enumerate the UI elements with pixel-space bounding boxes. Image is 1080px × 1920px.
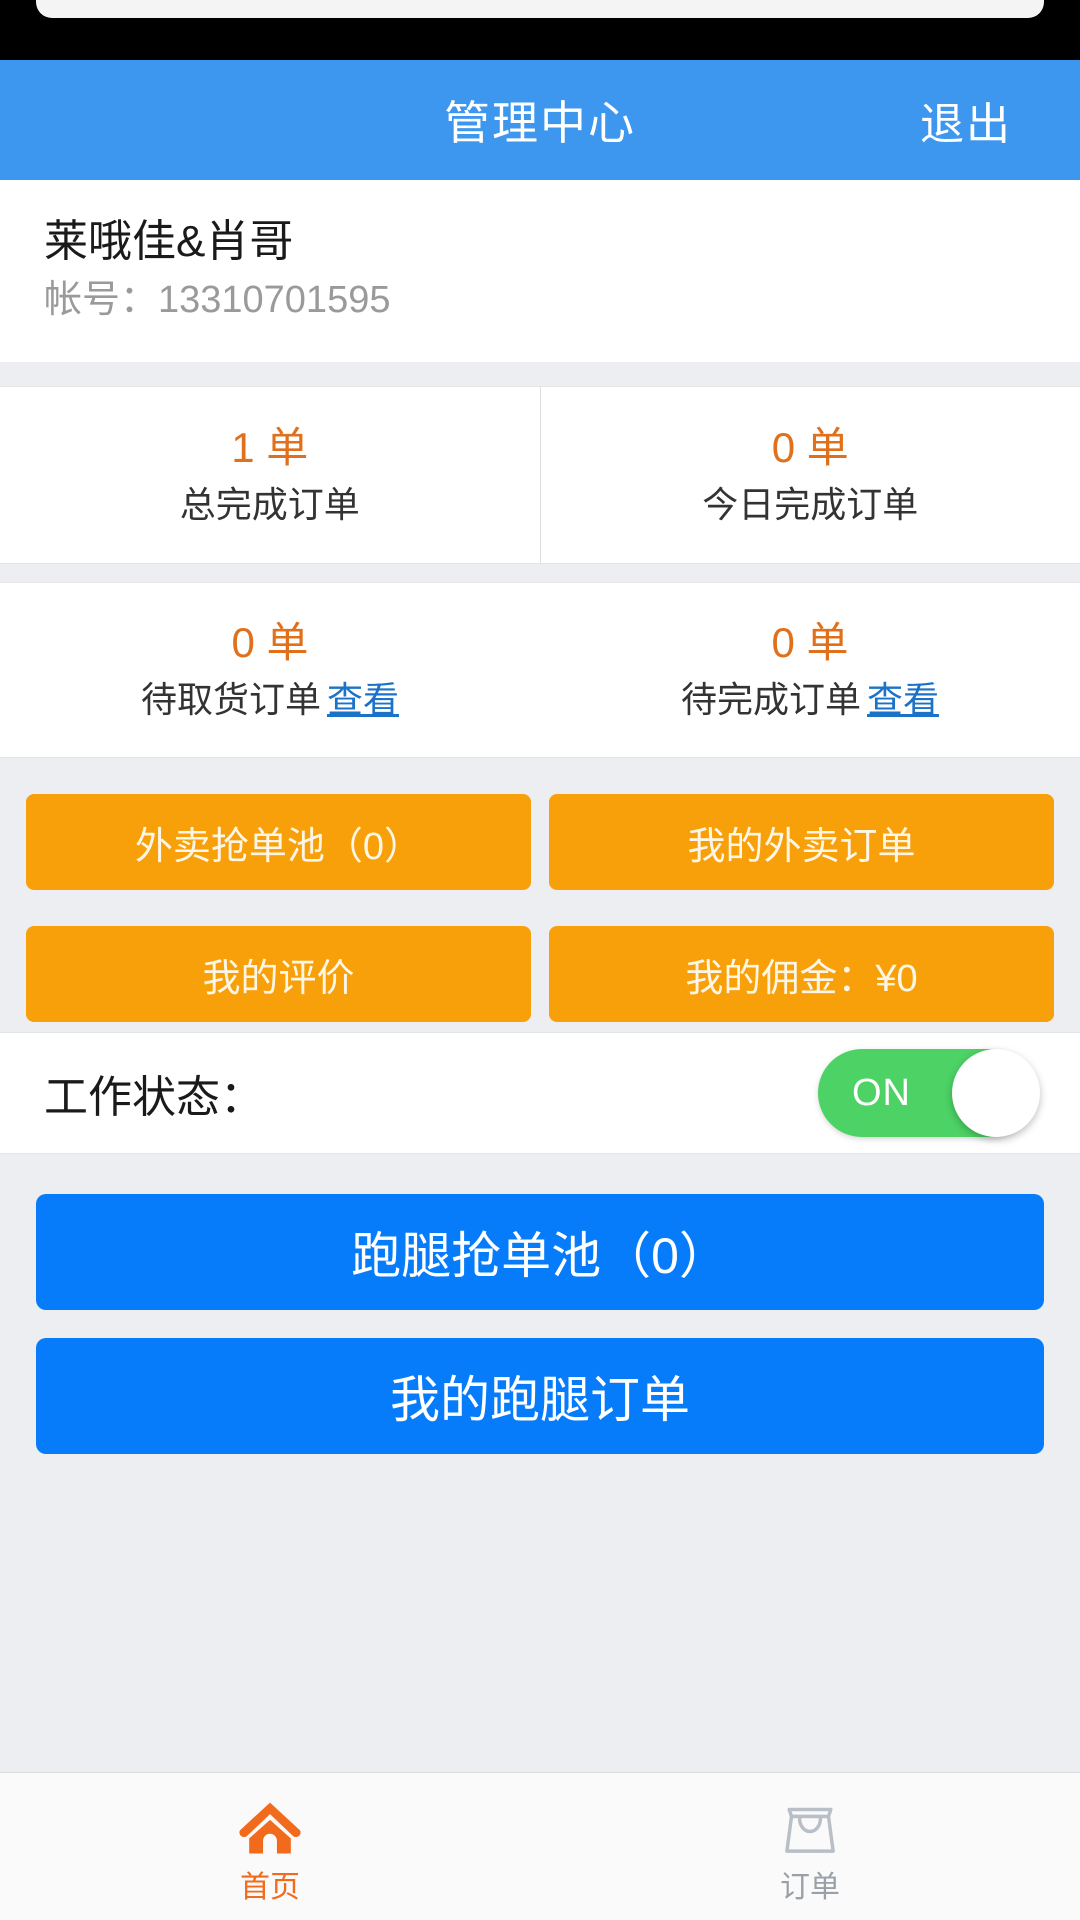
orange-action-grid: 外卖抢单池（0） 我的外卖订单 我的评价 我的佣金：¥0 [0,758,1080,1032]
previous-card-tail [36,0,1044,18]
stat-value: 0 单 [231,619,309,667]
orange-action-row-2: 我的评价 我的佣金：¥0 [26,926,1054,1022]
stat-value: 0 单 [771,619,849,667]
stat-label: 待取货订单 查看 [141,680,399,720]
errand-order-pool-button[interactable]: 跑腿抢单池（0） [36,1194,1044,1310]
tab-home-label: 首页 [240,1870,300,1904]
home-icon [239,1802,301,1853]
takeout-order-pool-button[interactable]: 外卖抢单池（0） [26,794,531,890]
stat-label: 待完成订单 查看 [681,680,939,720]
profile-account: 帐号：13310701595 [44,279,391,321]
stat-label: 今日完成订单 [702,484,919,526]
stats-card-pending: 0 单 待取货订单 查看 0 单 待完成订单 查看 [0,582,1080,758]
my-reviews-button[interactable]: 我的评价 [26,926,531,1022]
logout-button[interactable]: 退出 [920,88,1012,152]
stat-label: 总完成订单 [179,484,360,526]
my-takeout-orders-button[interactable]: 我的外卖订单 [549,794,1054,890]
stat-value: 1 单 [231,424,309,472]
blue-action-stack: 跑腿抢单池（0） 我的跑腿订单 [0,1154,1080,1454]
work-status-label: 工作状态： [44,1073,264,1122]
tab-home[interactable]: 首页 [0,1773,540,1920]
work-status-toggle[interactable]: ON [818,1049,1040,1137]
profile-section: 莱哦佳&肖哥 帐号：13310701595 [0,180,1080,362]
stat-label-text: 待完成订单 [680,679,861,721]
section-gap-2 [0,564,1080,582]
bag-icon [785,1807,835,1853]
orange-action-row-1: 外卖抢单池（0） 我的外卖订单 [26,794,1054,890]
section-gap-1 [0,362,1080,386]
my-commission-button[interactable]: 我的佣金：¥0 [549,926,1054,1022]
view-link-pending-complete[interactable]: 查看 [867,679,939,720]
bottom-tabbar: 首页 订单 [0,1772,1080,1920]
stat-pending-complete[interactable]: 0 单 待完成订单 查看 [540,583,1080,757]
stat-label-text: 待取货订单 [140,679,321,721]
page-filler [0,1454,1080,1772]
tab-orders-label: 订单 [780,1870,840,1904]
stat-total-completed[interactable]: 1 单 总完成订单 [0,387,541,563]
work-status-toggle-label: ON [852,1071,911,1114]
page-title: 管理中心 [444,97,636,149]
profile-name: 莱哦佳&肖哥 [44,217,294,266]
work-status-row: 工作状态： ON [0,1032,1080,1154]
stats-card-completed: 1 单 总完成订单 0 单 今日完成订单 [0,386,1080,564]
tab-orders[interactable]: 订单 [540,1773,1080,1920]
view-link-pending-pickup[interactable]: 查看 [327,679,399,720]
status-bar-strip [0,0,1080,60]
app-root: 管理中心 退出 莱哦佳&肖哥 帐号：13310701595 1 单 总完成订单 … [0,0,1080,1920]
page-header: 管理中心 退出 [0,60,1080,180]
stat-today-completed[interactable]: 0 单 今日完成订单 [541,387,1080,563]
stat-value: 0 单 [771,424,849,472]
my-errand-orders-button[interactable]: 我的跑腿订单 [36,1338,1044,1454]
stat-pending-pickup[interactable]: 0 单 待取货订单 查看 [0,583,540,757]
toggle-knob[interactable] [952,1049,1040,1137]
